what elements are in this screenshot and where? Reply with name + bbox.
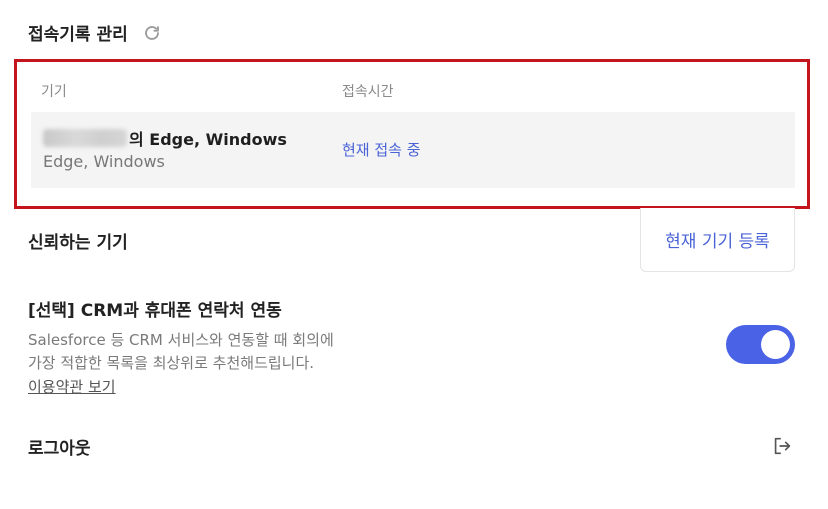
trusted-devices-title: 신뢰하는 기기 <box>28 233 128 253</box>
terms-link[interactable]: 이용약관 보기 <box>28 376 116 397</box>
column-header-time: 접속시간 <box>342 84 394 100</box>
crm-sync-toggle[interactable] <box>726 325 795 364</box>
logout-label[interactable]: 로그아웃 <box>28 434 91 459</box>
device-name-suffix: 의 Edge, Windows <box>129 130 287 149</box>
crm-sync-description: Salesforce 등 CRM 서비스와 연동할 때 회의에 가장 적합한 목… <box>28 329 388 375</box>
access-history-title: 접속기록 관리 <box>28 25 128 45</box>
column-header-device: 기기 <box>41 84 67 100</box>
access-history-header: 접속기록 관리 <box>28 20 162 45</box>
access-status: 현재 접속 중 <box>342 141 421 159</box>
table-row: 의 Edge, Windows Edge, Windows 현재 접속 중 <box>31 112 795 188</box>
crm-description-line: 가장 적합한 목록을 최상위로 추천해드립니다. <box>28 354 315 372</box>
device-detail: Edge, Windows <box>43 152 165 171</box>
refresh-icon[interactable] <box>142 23 162 43</box>
crm-sync-title: [선택] CRM과 휴대폰 연락처 연동 <box>28 301 282 321</box>
register-current-device-button[interactable]: 현재 기기 등록 <box>640 208 795 272</box>
device-name: 의 Edge, Windows <box>43 126 287 150</box>
crm-description-line: Salesforce 등 CRM 서비스와 연동할 때 회의에 <box>28 331 334 349</box>
logout-icon[interactable] <box>771 435 793 457</box>
blurred-user-name <box>43 129 127 147</box>
access-history-table: 기기 접속시간 의 Edge, Windows Edge, Windows 현재… <box>14 59 810 209</box>
toggle-knob <box>761 330 790 359</box>
